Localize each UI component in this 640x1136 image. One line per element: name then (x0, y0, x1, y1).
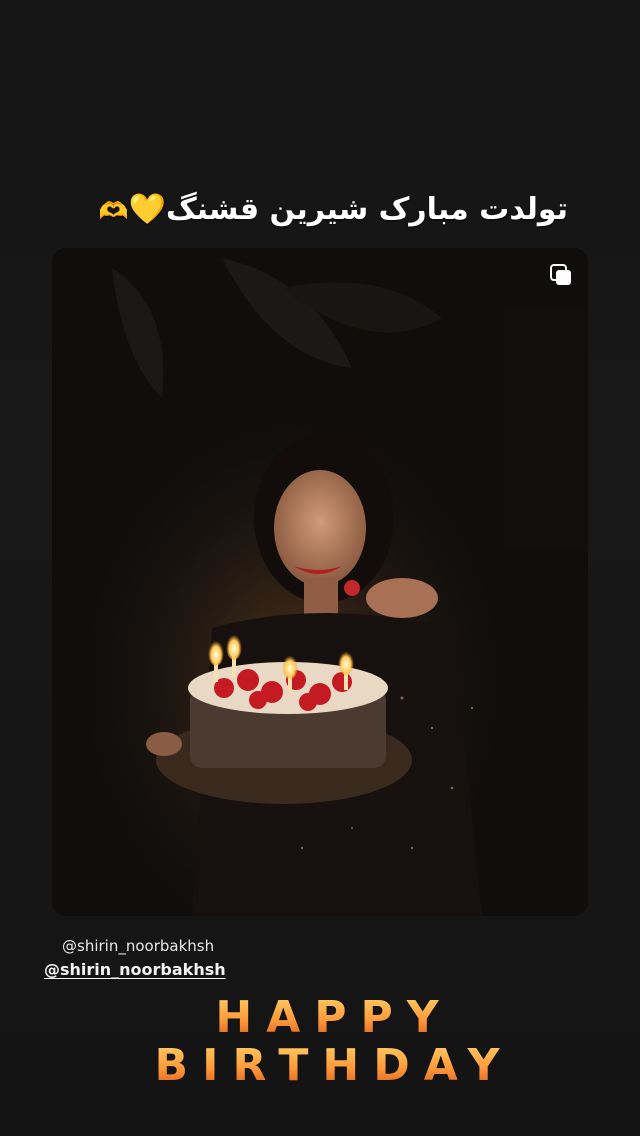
happy-birthday-line1: HAPPY (0, 992, 640, 1043)
multiple-photos-icon (550, 264, 571, 285)
heart-hands-icon: 🫶 (98, 197, 129, 225)
post-author-mention[interactable]: @shirin_noorbakhsh (62, 937, 214, 955)
mention-sticker[interactable]: @shirin_noorbakhsh (44, 960, 226, 979)
shared-post-photo[interactable] (52, 248, 588, 916)
yellow-heart-icon: 💛 (128, 192, 166, 227)
happy-birthday-line2: BIRTHDAY (0, 1040, 640, 1091)
caption-text: تولدت مبارک شیرین قشنگ (165, 192, 568, 227)
story-caption: تولدت مبارک شیرین قشنگ💛🫶 (60, 192, 568, 227)
birthday-photo-image (52, 248, 588, 916)
